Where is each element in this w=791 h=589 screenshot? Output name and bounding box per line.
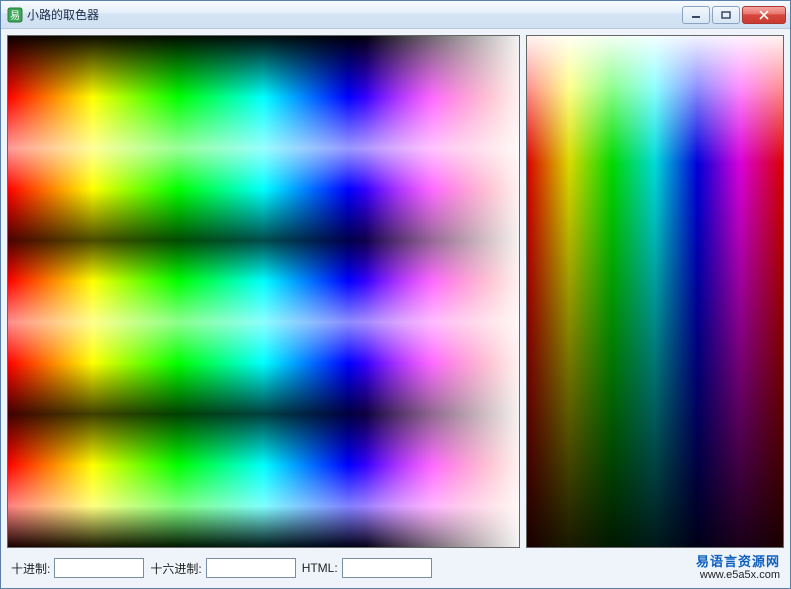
side-color-palette[interactable] <box>526 35 784 548</box>
app-window: 易 小路的取色器 <box>0 0 791 589</box>
window-title: 小路的取色器 <box>27 6 682 23</box>
client-area: 十进制: 十六进制: HTML: 易语言资源网 www.e5a5x.com <box>1 29 790 588</box>
titlebar: 易 小路的取色器 <box>1 1 790 29</box>
decimal-label: 十进制: <box>11 560 50 577</box>
html-label: HTML: <box>302 561 338 575</box>
svg-text:易: 易 <box>10 10 20 22</box>
decimal-group: 十进制: <box>11 558 144 578</box>
main-color-palette[interactable] <box>7 35 520 548</box>
html-group: HTML: <box>302 558 432 578</box>
close-button[interactable] <box>742 6 786 24</box>
hex-input[interactable] <box>206 558 296 578</box>
value-bar: 十进制: 十六进制: HTML: 易语言资源网 www.e5a5x.com <box>7 554 784 582</box>
decimal-input[interactable] <box>54 558 144 578</box>
hex-group: 十六进制: <box>150 558 295 578</box>
palette-row <box>7 35 784 548</box>
footer-url: www.e5a5x.com <box>696 569 780 581</box>
html-input[interactable] <box>342 558 432 578</box>
maximize-button[interactable] <box>712 6 740 24</box>
footer-link[interactable]: 易语言资源网 www.e5a5x.com <box>696 555 780 581</box>
footer-text-cn: 易语言资源网 <box>696 555 780 569</box>
window-controls <box>682 6 786 24</box>
app-icon: 易 <box>7 7 23 23</box>
hex-label: 十六进制: <box>150 560 201 577</box>
minimize-button[interactable] <box>682 6 710 24</box>
